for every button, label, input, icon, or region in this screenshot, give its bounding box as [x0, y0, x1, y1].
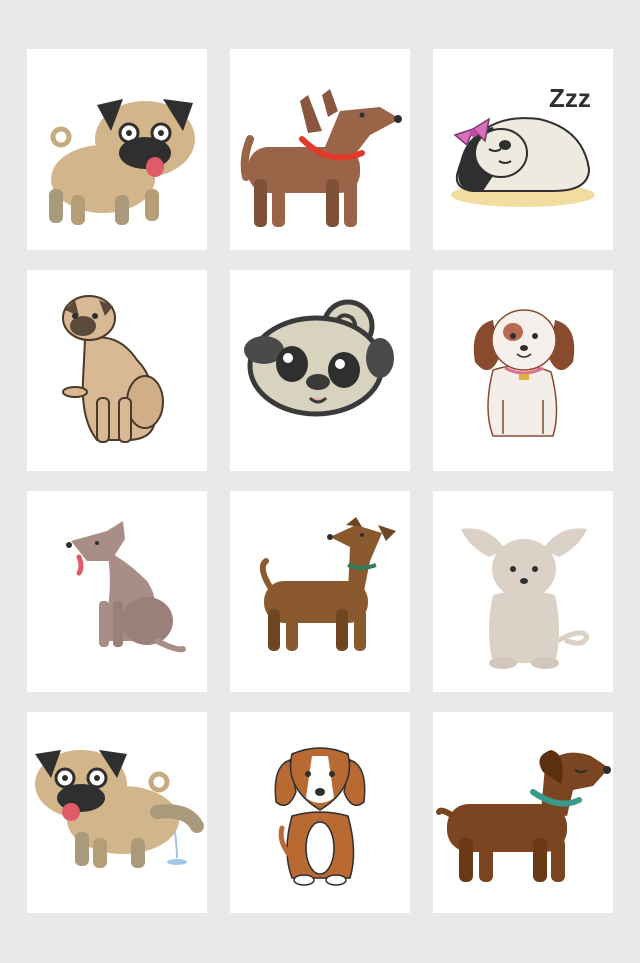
- sleeping-pug-illustration: Zzz: [451, 83, 595, 207]
- card-pug-face[interactable]: [230, 270, 410, 471]
- chihuahua-illustration: [461, 528, 590, 669]
- beagle-puppy-illustration: [274, 747, 366, 886]
- pug-standing-illustration: [49, 99, 195, 225]
- card-grey-dog-sitting[interactable]: [27, 491, 207, 692]
- spaniel-puppy-illustration: [473, 309, 575, 437]
- card-pug-lifting-leg[interactable]: [27, 712, 207, 913]
- card-spaniel-puppy[interactable]: [433, 270, 613, 471]
- card-chihuahua[interactable]: [433, 491, 613, 692]
- pug-lifting-leg-illustration: [35, 750, 204, 868]
- card-brown-dog-teal-collar[interactable]: [433, 712, 613, 913]
- brown-dog-teal-collar-illustration: [436, 750, 611, 882]
- brown-dog-green-collar-illustration: [259, 517, 396, 651]
- sleep-zzz-text: Zzz: [549, 83, 591, 113]
- pug-sitting-illustration: [62, 295, 164, 443]
- card-pug-sitting[interactable]: [27, 270, 207, 471]
- card-brown-dog-red-collar[interactable]: [230, 49, 410, 250]
- card-sleeping-pug[interactable]: Zzz: [433, 49, 613, 250]
- brown-dog-red-collar-illustration: [240, 89, 402, 227]
- card-beagle-puppy[interactable]: [230, 712, 410, 913]
- grey-dog-sitting-illustration: [66, 521, 186, 653]
- pug-face-illustration: [244, 299, 394, 417]
- card-brown-dog-green-collar[interactable]: [230, 491, 410, 692]
- card-pug-standing[interactable]: [27, 49, 207, 250]
